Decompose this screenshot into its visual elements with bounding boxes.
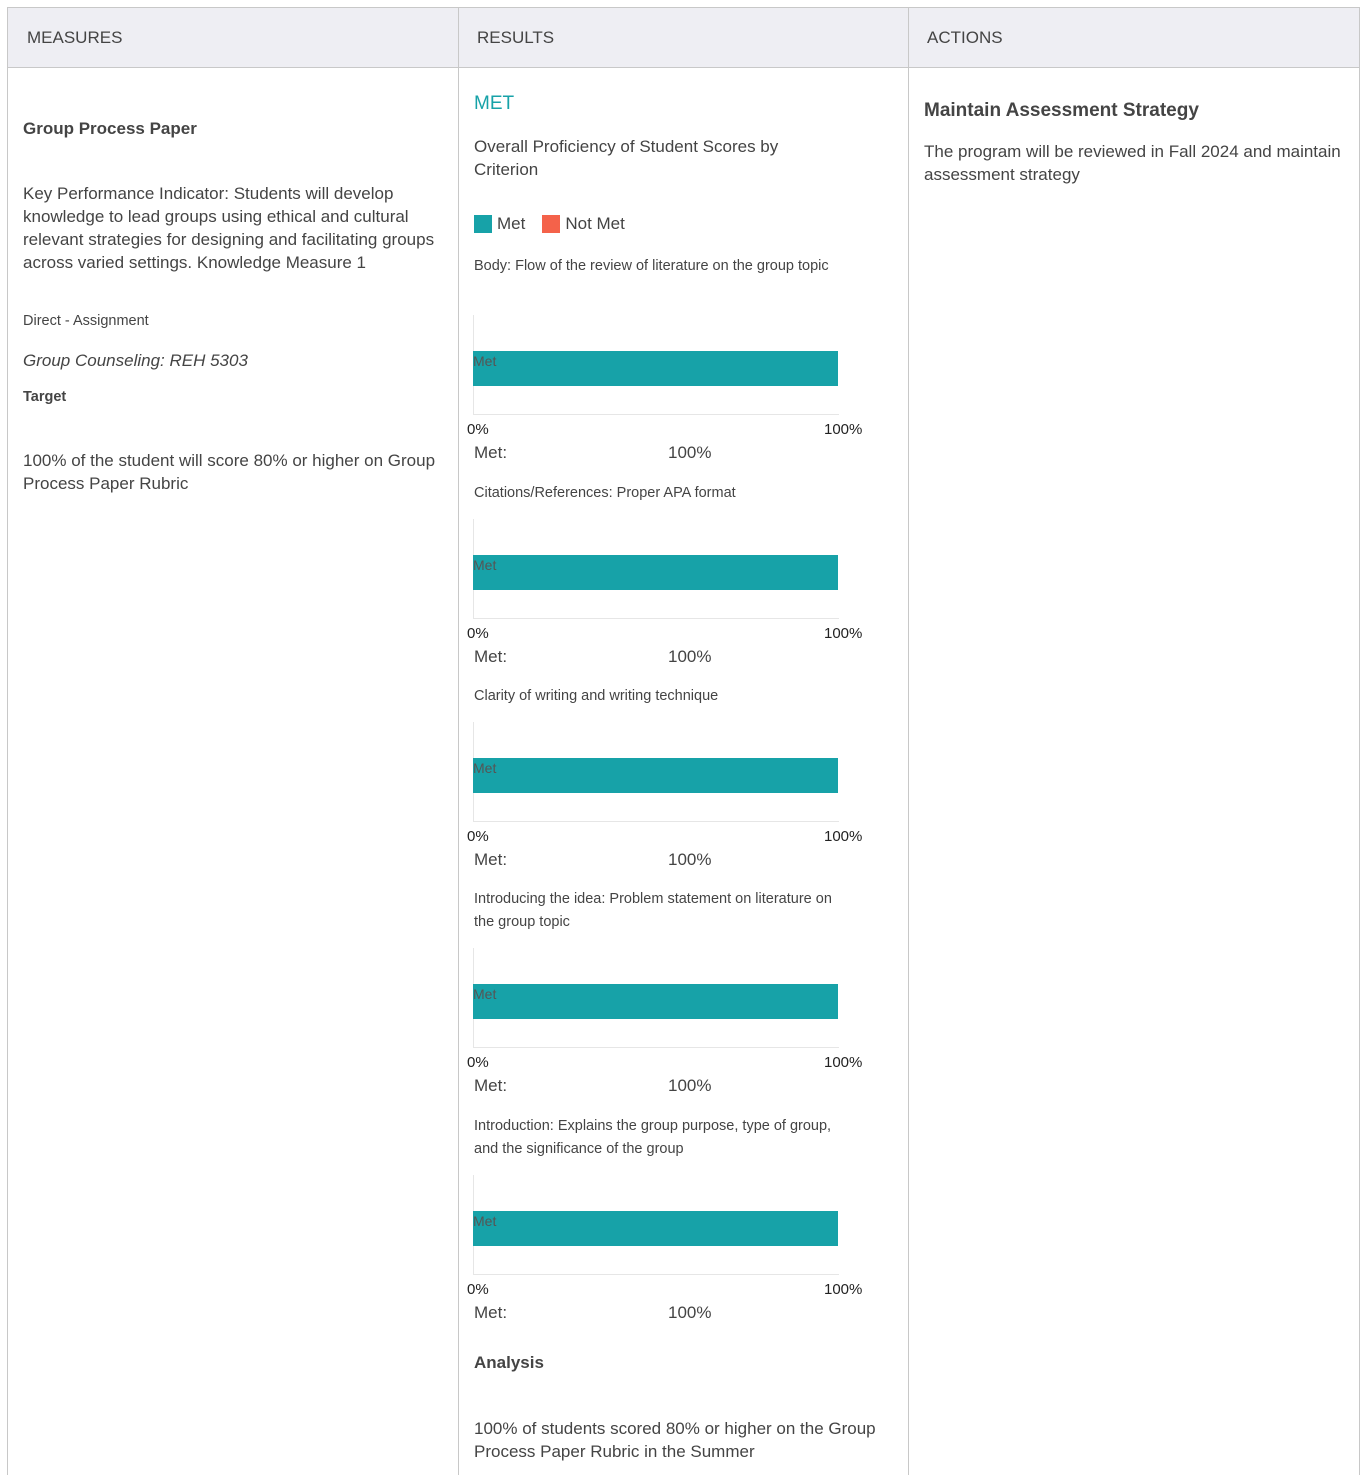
column-divider xyxy=(458,8,459,1475)
analysis-text: 100% of students scored 80% or higher on… xyxy=(474,1419,876,1461)
met-summary-row: Met: 100% xyxy=(474,1303,711,1323)
met-summary-row: Met: 100% xyxy=(474,850,711,870)
x-tick-label: 0% xyxy=(467,625,489,642)
met-bar xyxy=(473,758,838,793)
met-summary-label: Met: xyxy=(474,850,508,869)
criterion-bar-chart: Met 0% 100% xyxy=(467,948,868,1071)
met-summary-row: Met: 100% xyxy=(474,1076,711,1096)
met-summary-label: Met: xyxy=(474,443,508,462)
criterion-label: Citations/References: Proper APA format xyxy=(474,485,736,501)
legend-met-swatch xyxy=(474,215,492,233)
met-summary-row: Met: 100% xyxy=(474,443,711,463)
criterion-label: Introduction: Explains the group purpose… xyxy=(474,1118,832,1157)
criterion-bar-chart: Met 0% 100% xyxy=(467,315,868,438)
bar-label: Met xyxy=(473,1213,497,1229)
criterion-bar-chart: Met 0% 100% xyxy=(467,722,868,845)
met-bar xyxy=(473,555,838,590)
measure-type: Direct - Assignment xyxy=(23,313,149,329)
met-summary-value: 100% xyxy=(668,850,712,869)
x-tick-label: 100% xyxy=(824,625,863,642)
analysis-label: Analysis xyxy=(474,1353,544,1372)
criterion-bar-chart: Met 0% 100% xyxy=(467,1175,868,1298)
criterion-bar-chart: Met 0% 100% xyxy=(467,519,868,642)
met-bar xyxy=(473,1211,838,1246)
chart-heading: Overall Proficiency of Student Scores by… xyxy=(474,137,779,179)
assessment-table: MEASURES RESULTS ACTIONS Group Process P… xyxy=(7,7,1360,1475)
met-summary-value: 100% xyxy=(668,1303,712,1322)
x-tick-label: 100% xyxy=(824,1281,863,1298)
status-badge: MET xyxy=(474,93,515,114)
column-divider xyxy=(908,8,909,1475)
table-header: MEASURES RESULTS ACTIONS xyxy=(8,8,1359,68)
bar-label: Met xyxy=(473,353,497,369)
kpi-text: Key Performance Indicator: Students will… xyxy=(23,184,435,272)
x-tick-label: 100% xyxy=(824,1054,863,1071)
x-tick-label: 0% xyxy=(467,1054,489,1071)
met-summary-row: Met: 100% xyxy=(474,647,711,667)
met-summary-value: 100% xyxy=(668,647,712,666)
course-name: Group Counseling: REH 5303 xyxy=(23,351,248,370)
met-bar xyxy=(473,984,838,1019)
met-summary-label: Met: xyxy=(474,647,508,666)
target-text: 100% of the student will score 80% or hi… xyxy=(23,451,436,493)
criterion-label: Body: Flow of the review of literature o… xyxy=(474,258,829,274)
x-tick-label: 100% xyxy=(824,421,863,438)
measure-title: Group Process Paper xyxy=(23,119,197,138)
met-summary-label: Met: xyxy=(474,1303,508,1322)
x-tick-label: 0% xyxy=(467,828,489,845)
header-results: RESULTS xyxy=(477,28,555,47)
bar-label: Met xyxy=(473,557,497,573)
chart-legend: Met Not Met xyxy=(474,214,894,234)
criterion-label: Clarity of writing and writing technique xyxy=(474,688,719,704)
header-measures: MEASURES xyxy=(27,28,123,47)
x-tick-label: 0% xyxy=(467,1281,489,1298)
x-tick-label: 100% xyxy=(824,828,863,845)
target-label: Target xyxy=(23,389,67,405)
action-text: The program will be reviewed in Fall 202… xyxy=(924,142,1341,184)
bar-label: Met xyxy=(473,760,497,776)
met-summary-value: 100% xyxy=(668,1076,712,1095)
action-title: Maintain Assessment Strategy xyxy=(924,100,1199,121)
legend-not-met-swatch xyxy=(542,215,561,233)
x-tick-label: 0% xyxy=(467,421,489,438)
legend-met-label: Met xyxy=(497,214,526,233)
header-actions: ACTIONS xyxy=(927,28,1003,47)
met-summary-label: Met: xyxy=(474,1076,508,1095)
criterion-label: Introducing the idea: Problem statement … xyxy=(474,891,832,930)
met-bar xyxy=(473,351,838,386)
met-summary-value: 100% xyxy=(668,443,712,462)
bar-label: Met xyxy=(473,986,497,1002)
legend-not-met-label: Not Met xyxy=(565,214,625,233)
